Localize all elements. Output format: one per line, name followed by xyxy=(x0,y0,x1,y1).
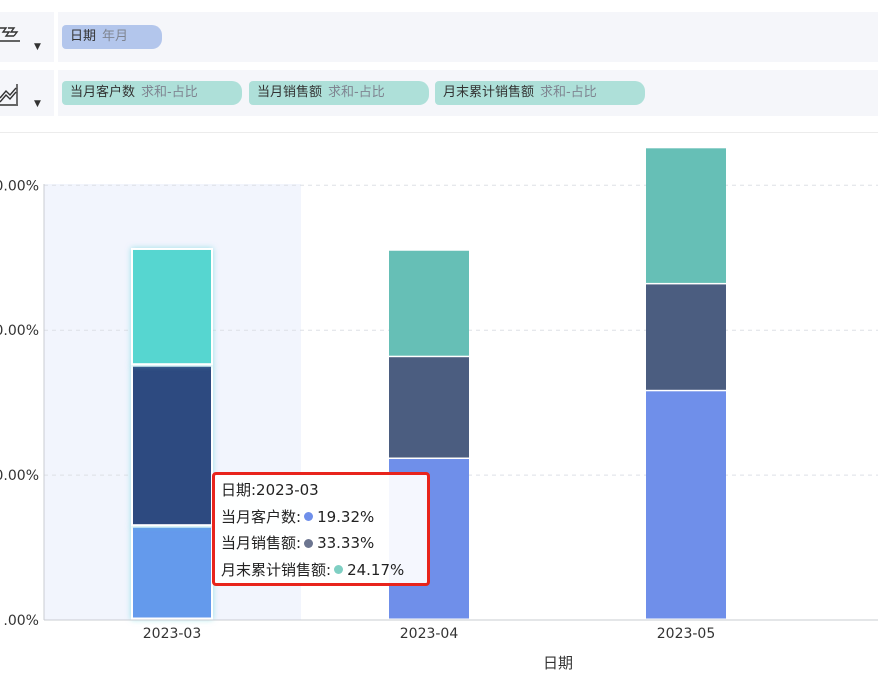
y-tick-label: 0.00% xyxy=(0,468,39,484)
stacked-bar-chart: .00% 0.00% 0.00% 0.00% 2023-03 2023-04 2023-05… xyxy=(0,148,878,672)
chevron-down-icon[interactable]: ▼ xyxy=(34,42,41,52)
y-tick-label: 0.00% xyxy=(0,178,39,194)
shelf-divider xyxy=(0,132,878,133)
pill-field-label: 当月销售额 xyxy=(257,85,323,100)
measure-pill-customers[interactable]: 当月客户数 求和-占比 xyxy=(62,81,242,105)
tooltip-row: 当月客户数: 19.32% xyxy=(221,504,421,531)
y-tick-label: 0.00% xyxy=(0,323,39,339)
x-tick-label: 2023-03 xyxy=(143,626,202,642)
tooltip-row: 月末累计销售额: 24.17% xyxy=(221,557,421,584)
series-dot-icon xyxy=(334,565,344,574)
tooltip-value: 19.32% xyxy=(317,507,375,526)
tooltip-value: 24.17% xyxy=(347,560,405,579)
measure-pill-sales[interactable]: 当月销售额 求和-占比 xyxy=(249,81,429,105)
bar-segment xyxy=(131,525,213,620)
values-shelf: ▼ 当月客户数 求和-占比 当月销售额 求和-占比 月末累计销售额 求和-占比 xyxy=(0,70,878,116)
pill-field-label: 日期 xyxy=(70,29,97,44)
chevron-down-icon[interactable]: ▼ xyxy=(34,99,41,109)
date-field-pill[interactable]: 日期 年月 xyxy=(62,25,162,49)
tooltip-row: 当月销售额: 33.33% xyxy=(221,530,421,557)
x-tick-label: 2023-05 xyxy=(657,626,716,642)
bar-segment xyxy=(389,357,469,458)
pill-field-label: 当月客户数 xyxy=(70,85,136,100)
tooltip-value: 33.33% xyxy=(317,534,375,552)
y-tick-label: .00% xyxy=(3,613,39,629)
pill-aggregation-label: 求和-占比 xyxy=(141,85,198,100)
columns-shelf-icon-button[interactable]: ▼ xyxy=(0,12,54,62)
bar-segment xyxy=(646,148,726,283)
chart-tooltip: 日期:2023-03 当月客户数: 19.32% 当月销售额: 33.33% 月末累… xyxy=(212,472,430,586)
pill-aggregation-label: 求和-占比 xyxy=(540,85,597,100)
column-chart-icon xyxy=(0,27,20,42)
x-axis-title: 日期 xyxy=(543,654,573,672)
bar-segment xyxy=(646,391,726,619)
tooltip-label: 当月客户数: xyxy=(221,507,302,526)
bar-segment xyxy=(131,364,213,527)
tooltip-title: 日期:2023-03 xyxy=(221,481,319,499)
pill-field-label: 月末累计销售额 xyxy=(443,85,535,100)
series-dot-icon xyxy=(304,512,314,521)
line-chart-icon xyxy=(0,84,18,106)
bar-segment xyxy=(131,247,213,366)
measure-pill-cumulative-sales[interactable]: 月末累计销售额 求和-占比 xyxy=(435,81,645,105)
tooltip-label: 月末累计销售额: xyxy=(221,560,332,579)
tooltip-label: 当月销售额: xyxy=(221,534,302,552)
columns-shelf: ▼ 日期 年月 xyxy=(0,12,878,62)
pill-aggregation-label: 年月 xyxy=(102,29,129,44)
pill-aggregation-label: 求和-占比 xyxy=(328,85,385,100)
bar-segment xyxy=(389,250,469,356)
bar-segment xyxy=(646,284,726,390)
x-tick-label: 2023-04 xyxy=(400,626,459,642)
series-dot-icon xyxy=(304,538,314,548)
values-shelf-icon-button[interactable]: ▼ xyxy=(0,70,54,116)
columns-drop-zone[interactable] xyxy=(58,12,878,62)
